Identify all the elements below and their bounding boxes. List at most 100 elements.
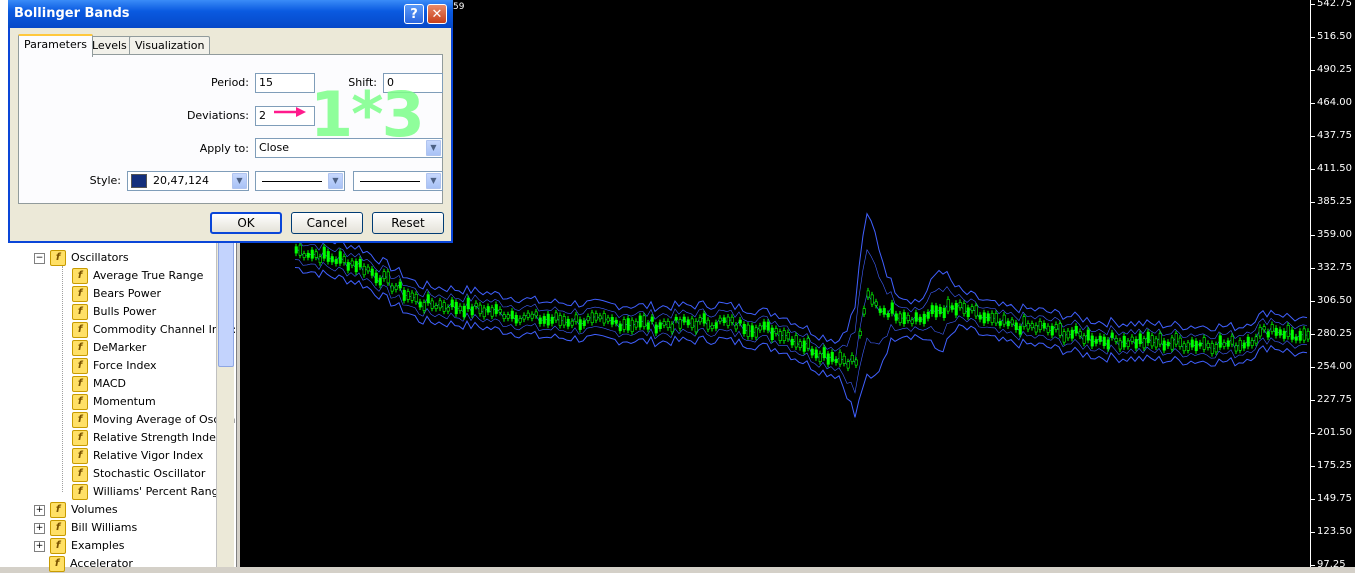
candle-body: [1054, 324, 1058, 330]
tree-indicator[interactable]: f Moving Average of Oscilla: [72, 411, 235, 429]
price-label: 149.75: [1317, 493, 1352, 504]
candle-body: [530, 313, 534, 319]
candle-body: [1254, 336, 1258, 344]
tree-indicator[interactable]: f Stochastic Oscillator: [72, 465, 205, 483]
candle-body: [778, 331, 782, 342]
expand-icon[interactable]: +: [34, 504, 45, 516]
candle-body: [722, 317, 726, 324]
indicator-icon: f: [72, 304, 88, 320]
period-input[interactable]: 15: [255, 73, 315, 93]
candle-body: [1114, 337, 1118, 342]
tree-indicator[interactable]: f Williams' Percent Range: [72, 483, 225, 501]
reset-button[interactable]: Reset: [372, 212, 444, 234]
tree-item-label: Volumes: [71, 503, 118, 516]
tree-indicator[interactable]: f Relative Strength Index: [72, 429, 222, 447]
candle-body: [1294, 336, 1298, 341]
candle-body: [1226, 340, 1230, 347]
tree-indicator[interactable]: f Relative Vigor Index: [72, 447, 203, 465]
candle-body: [738, 319, 742, 324]
candle-body: [1018, 325, 1022, 335]
candle-body: [654, 324, 658, 334]
tab-parameters[interactable]: Parameters: [18, 34, 93, 57]
chevron-down-icon[interactable]: ▼: [426, 173, 441, 189]
dialog-titlebar[interactable]: Bollinger Bands ? ✕: [8, 0, 453, 28]
candle-body: [574, 314, 578, 322]
expand-icon[interactable]: +: [34, 522, 45, 534]
candle-body: [458, 305, 462, 312]
price-tick: [1311, 136, 1315, 137]
candle-body: [1034, 325, 1038, 333]
tree-indicator[interactable]: f Accelerator: [49, 555, 133, 573]
candle-body: [1198, 342, 1202, 347]
indicator-icon: f: [72, 340, 88, 356]
collapse-icon[interactable]: −: [34, 252, 45, 264]
line-style-select[interactable]: ▼: [255, 171, 345, 191]
candle-body: [922, 313, 926, 324]
candle-body: [710, 324, 714, 329]
candle-body: [338, 251, 342, 264]
candle-body: [410, 292, 414, 301]
candle-body: [662, 321, 666, 326]
candle-body: [766, 321, 770, 331]
candle-body: [1298, 330, 1302, 341]
price-label: 123.50: [1317, 526, 1352, 537]
candle-body: [862, 308, 866, 315]
tree-item-label: Force Index: [93, 359, 157, 372]
candle-body: [398, 281, 402, 289]
tree-folder[interactable]: + f Volumes: [34, 501, 118, 519]
candle-body: [650, 316, 654, 322]
candle-body: [1242, 342, 1246, 349]
tree-indicator[interactable]: f DeMarker: [72, 339, 146, 357]
candle-body: [782, 330, 786, 341]
price-tick: [1311, 532, 1315, 533]
tree-indicator[interactable]: f Force Index: [72, 357, 157, 375]
price-tick: [1311, 70, 1315, 71]
indicator-icon: f: [72, 376, 88, 392]
line-style-sample: [262, 181, 322, 182]
candle-body: [866, 290, 870, 298]
tab-visualization[interactable]: Visualization: [129, 36, 211, 55]
candle-body: [438, 300, 442, 309]
candle-body: [1050, 325, 1054, 336]
tree-indicator[interactable]: f Bulls Power: [72, 303, 156, 321]
tree-indicator[interactable]: f MACD: [72, 375, 126, 393]
chevron-down-icon[interactable]: ▼: [232, 173, 247, 189]
tab-levels[interactable]: Levels: [86, 36, 133, 55]
tree-item-label: Bears Power: [93, 287, 162, 300]
close-button[interactable]: ✕: [427, 4, 447, 24]
candle-body: [682, 316, 686, 323]
tree-indicator[interactable]: f Bears Power: [72, 285, 161, 303]
tree-guide: [62, 266, 63, 492]
candle-body: [1074, 325, 1078, 334]
candle-body: [694, 320, 698, 333]
candle-body: [1042, 322, 1046, 329]
candle-body: [754, 327, 758, 338]
style-color-select[interactable]: 20,47,124 ▼: [127, 171, 249, 191]
expand-icon[interactable]: +: [34, 540, 45, 552]
indicator-icon: f: [72, 286, 88, 302]
tree-folder[interactable]: − f Oscillators: [34, 249, 129, 267]
candle-body: [734, 324, 738, 330]
price-tick: [1311, 565, 1315, 566]
chevron-down-icon[interactable]: ▼: [328, 173, 343, 189]
candle-body: [822, 347, 826, 359]
tree-indicator[interactable]: f Commodity Channel Inde:: [72, 321, 236, 339]
candle-body: [926, 311, 930, 319]
candle-body: [1146, 331, 1150, 344]
indicator-icon: f: [72, 448, 88, 464]
candle-body: [1270, 324, 1274, 332]
candle-body: [890, 302, 894, 314]
candle-body: [1262, 326, 1266, 331]
cancel-button[interactable]: Cancel: [291, 212, 363, 234]
candle-body: [1170, 337, 1174, 350]
tree-folder[interactable]: + f Examples: [34, 537, 124, 555]
candle-body: [1206, 342, 1210, 348]
help-button[interactable]: ?: [404, 4, 424, 24]
tree-indicator[interactable]: f Average True Range: [72, 267, 203, 285]
tree-indicator[interactable]: f Momentum: [72, 393, 156, 411]
tree-folder[interactable]: + f Bill Williams: [34, 519, 137, 537]
candle-body: [746, 324, 750, 337]
candle-body: [346, 262, 350, 271]
line-width-select[interactable]: ▼: [353, 171, 443, 191]
ok-button[interactable]: OK: [210, 212, 282, 234]
